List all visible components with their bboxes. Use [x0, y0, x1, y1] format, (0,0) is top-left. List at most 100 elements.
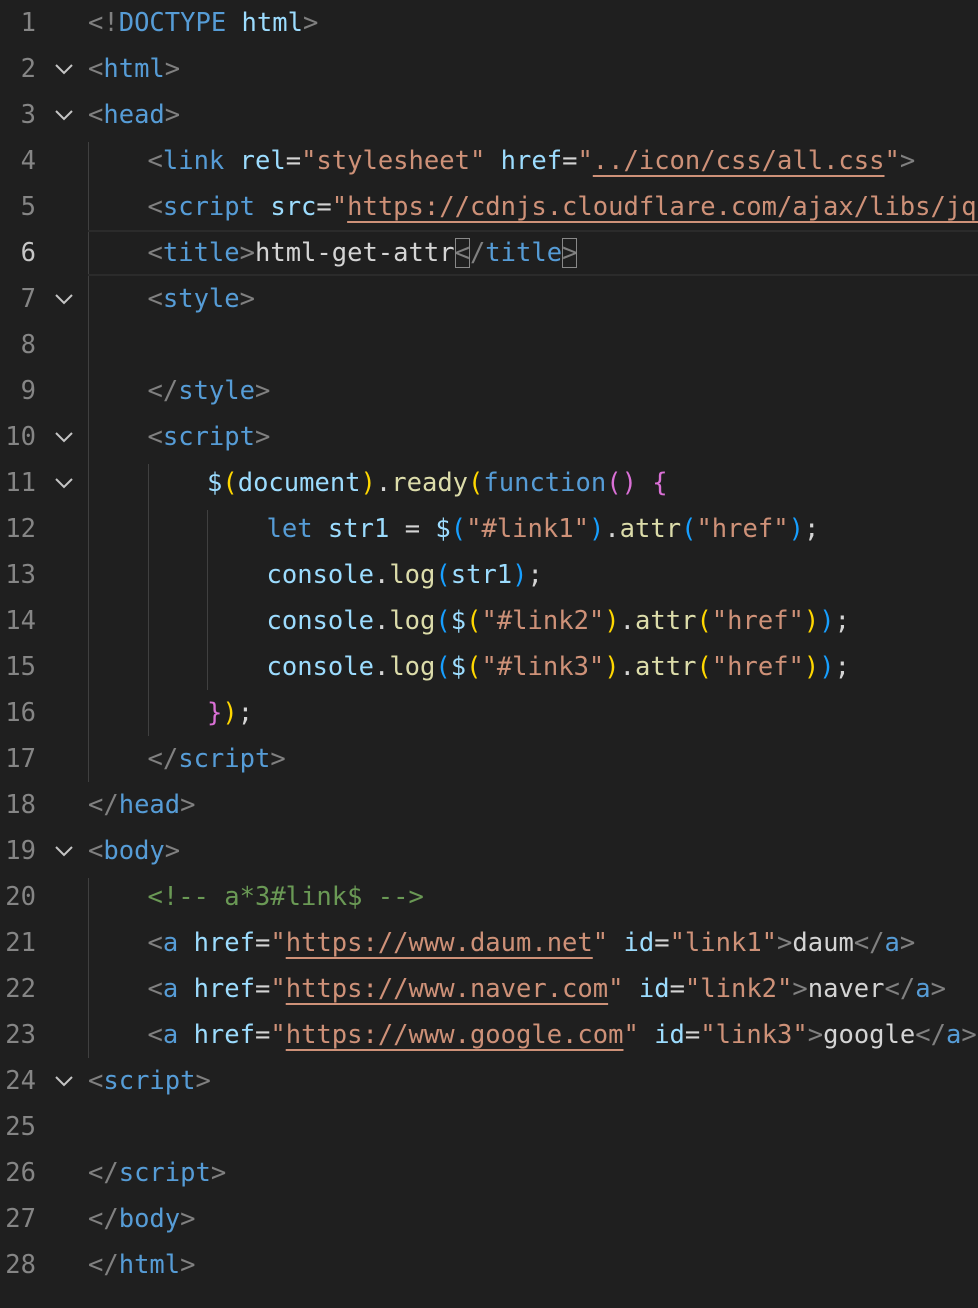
- code-line[interactable]: 6 <title>html-get-attr</title>: [0, 230, 978, 276]
- chevron-down-icon[interactable]: [52, 101, 76, 129]
- line-number: 5: [20, 192, 36, 222]
- code-text[interactable]: console.log(str1);: [267, 561, 543, 589]
- code-text[interactable]: </html>: [88, 1251, 196, 1279]
- code-line[interactable]: 18 </head>: [0, 782, 978, 828]
- code-token: title: [162, 238, 240, 268]
- code-text[interactable]: <a href="https://www.naver.com" id="link…: [148, 975, 946, 1003]
- code-text[interactable]: <!-- a*3#link$ -->: [148, 883, 424, 911]
- code-text[interactable]: });: [207, 699, 253, 727]
- code-line[interactable]: 2 <html>: [0, 46, 978, 92]
- code-line[interactable]: 28 </html>: [0, 1242, 978, 1288]
- chevron-down-icon[interactable]: [52, 285, 76, 313]
- code-token: (: [466, 606, 482, 636]
- code-text[interactable]: </style>: [148, 377, 271, 405]
- code-text[interactable]: <body>: [88, 837, 180, 865]
- code-token: (: [435, 560, 451, 590]
- code-token: "#link3": [481, 652, 605, 682]
- code-token: href: [500, 146, 563, 176]
- code-text[interactable]: </script>: [148, 745, 286, 773]
- code-line[interactable]: 1 <!DOCTYPE html>: [0, 0, 978, 46]
- code-line[interactable]: 27 </body>: [0, 1196, 978, 1242]
- code-line[interactable]: 20 <!-- a*3#link$ -->: [0, 874, 978, 920]
- code-token: style: [162, 284, 240, 314]
- code-line[interactable]: 21 <a href="https://www.daum.net" id="lin…: [0, 920, 978, 966]
- code-text[interactable]: <title>html-get-attr</title>: [148, 238, 578, 268]
- code-token: ): [803, 652, 820, 682]
- code-token: >: [930, 974, 946, 1004]
- code-token: ": [884, 146, 900, 176]
- code-line[interactable]: 4 <link rel="stylesheet" href="../icon/cs…: [0, 138, 978, 184]
- code-text[interactable]: <script>: [148, 423, 271, 451]
- code-text[interactable]: <script>: [88, 1067, 211, 1095]
- code-text[interactable]: $(document).ready(function() {: [207, 469, 668, 497]
- code-line[interactable]: 23 <a href="https://www.google.com" id="l…: [0, 1012, 978, 1058]
- code-text[interactable]: <a href="https://www.daum.net" id="link1…: [148, 929, 916, 957]
- code-text[interactable]: let str1 = $("#link1").attr("href");: [267, 515, 820, 543]
- code-text[interactable]: </body>: [88, 1205, 196, 1233]
- code-line[interactable]: 14 console.log($("#link2").attr("href"));: [0, 598, 978, 644]
- code-token: id: [623, 928, 655, 958]
- code-token: ;: [527, 560, 543, 590]
- code-text[interactable]: <a href="https://www.google.com" id="lin…: [148, 1021, 977, 1049]
- code-line[interactable]: 7 <style>: [0, 276, 978, 322]
- code-token: /: [469, 238, 486, 268]
- code-line[interactable]: 22 <a href="https://www.naver.com" id="li…: [0, 966, 978, 1012]
- chevron-down-icon[interactable]: [52, 1067, 76, 1095]
- code-line[interactable]: 8: [0, 322, 978, 368]
- code-token: "link2": [684, 974, 793, 1004]
- code-text[interactable]: <head>: [88, 101, 180, 129]
- code-line[interactable]: 12 let str1 = $("#link1").attr("href");: [0, 506, 978, 552]
- code-text[interactable]: <link rel="stylesheet" href="../icon/css…: [148, 147, 916, 175]
- code-line[interactable]: 10 <script>: [0, 414, 978, 460]
- code-token: =: [669, 974, 685, 1004]
- code-token: href: [193, 974, 255, 1004]
- chevron-down-icon[interactable]: [52, 423, 76, 451]
- code-line[interactable]: 3 <head>: [0, 92, 978, 138]
- code-token: "#link1": [466, 514, 589, 544]
- code-line[interactable]: 11 $(document).ready(function() {: [0, 460, 978, 506]
- code-line[interactable]: 17 </script>: [0, 736, 978, 782]
- code-token: >: [777, 928, 793, 958]
- code-token: rel: [239, 146, 286, 176]
- code-line[interactable]: 19 <body>: [0, 828, 978, 874]
- code-line[interactable]: 13 console.log(str1);: [0, 552, 978, 598]
- code-text[interactable]: console.log($("#link3").attr("href"));: [267, 653, 851, 681]
- code-line[interactable]: 26 </script>: [0, 1150, 978, 1196]
- code-token: $: [450, 606, 467, 636]
- code-token: <: [88, 1066, 104, 1096]
- code-text[interactable]: console.log($("#link2").attr("href"));: [267, 607, 851, 635]
- code-token: </: [88, 1250, 119, 1280]
- code-token: ): [512, 560, 528, 590]
- code-line[interactable]: 5 <script src="https://cdnjs.cloudflare.c…: [0, 184, 978, 230]
- code-token: a: [162, 928, 179, 958]
- code-text[interactable]: </script>: [88, 1159, 226, 1187]
- code-text[interactable]: <script src="https://cdnjs.cloudflare.co…: [148, 193, 978, 221]
- line-number: 9: [20, 376, 36, 406]
- code-line[interactable]: 15 console.log($("#link3").attr("href"));: [0, 644, 978, 690]
- code-token: html-get-attr: [254, 238, 455, 268]
- code-token: ): [819, 652, 835, 682]
- code-token: "link1": [669, 928, 778, 958]
- code-token: "link3": [700, 1020, 808, 1050]
- code-token: let: [266, 514, 313, 544]
- code-text[interactable]: <!DOCTYPE html>: [88, 9, 318, 37]
- code-line[interactable]: 24 <script>: [0, 1058, 978, 1104]
- chevron-down-icon[interactable]: [52, 837, 76, 865]
- code-editor[interactable]: 1 <!DOCTYPE html> 2 <html> 3 <head> 4 <link rel…: [0, 0, 978, 1308]
- code-text[interactable]: </head>: [88, 791, 196, 819]
- code-line[interactable]: 25: [0, 1104, 978, 1150]
- code-token: =: [316, 192, 332, 222]
- code-line[interactable]: 16});: [0, 690, 978, 736]
- chevron-down-icon[interactable]: [52, 469, 76, 497]
- chevron-down-icon[interactable]: [52, 55, 76, 83]
- code-line[interactable]: 9 </style>: [0, 368, 978, 414]
- code-text[interactable]: <html>: [88, 55, 180, 83]
- code-token: <: [147, 192, 163, 222]
- code-text[interactable]: <style>: [148, 285, 255, 313]
